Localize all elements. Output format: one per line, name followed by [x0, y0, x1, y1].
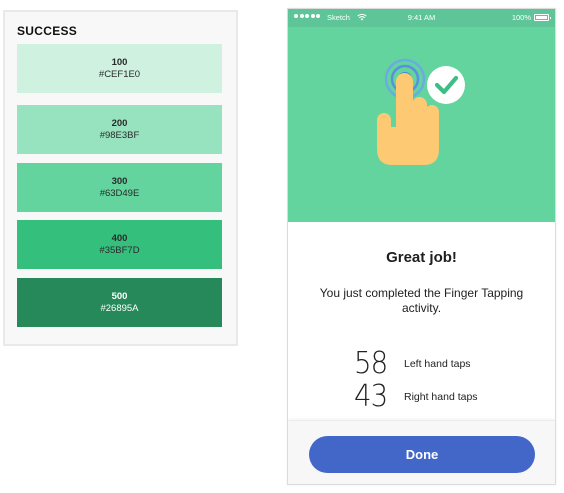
result-message: You just completed the Finger Tapping ac… — [319, 286, 524, 315]
battery-icon — [534, 14, 551, 21]
swatch-100: 100 #CEF1E0 — [17, 44, 222, 93]
swatch-level: 300 — [111, 175, 128, 187]
battery-percent: 100% — [511, 13, 531, 22]
swatch-200: 200 #98E3BF — [17, 105, 222, 154]
swatch-hex: #63D49E — [99, 187, 140, 199]
swatch-300: 300 #63D49E — [17, 163, 222, 212]
swatch-hex: #35BF7D — [99, 244, 140, 256]
swatch-level: 100 — [111, 56, 128, 68]
left-hand-count: 58 — [354, 346, 388, 381]
result-heading: Great job! — [386, 249, 457, 266]
left-hand-label: Left hand taps — [404, 357, 471, 370]
swatch-level: 200 — [111, 117, 128, 129]
right-hand-count: 43 — [354, 379, 388, 414]
right-hand-label: Right hand taps — [404, 390, 478, 403]
right-hand-stat: 43 Right hand taps — [354, 379, 478, 414]
action-footer: Done — [288, 420, 555, 484]
swatch-500: 500 #26895A — [17, 278, 222, 327]
swatch-hex: #26895A — [100, 302, 139, 314]
success-palette-card: SUCCESS 100 #CEF1E0 200 #98E3BF 300 #63D… — [3, 10, 238, 346]
result-content: Great job! You just completed the Finger… — [288, 222, 555, 418]
swatch-400: 400 #35BF7D — [17, 220, 222, 269]
finger-tap-check-icon — [377, 58, 465, 165]
left-hand-stat: 58 Left hand taps — [354, 346, 471, 381]
swatch-level: 400 — [111, 232, 128, 244]
palette-title: SUCCESS — [17, 24, 78, 38]
swatch-hex: #CEF1E0 — [98, 68, 141, 80]
phone-screen: Sketch 9:41 AM 100% Great job! You just … — [287, 8, 556, 485]
status-bar: Sketch 9:41 AM 100% — [288, 9, 555, 27]
swatch-hex: #98E3BF — [99, 129, 140, 141]
swatch-level: 500 — [111, 290, 128, 302]
done-button[interactable]: Done — [309, 436, 535, 473]
hero-banner — [288, 27, 555, 222]
